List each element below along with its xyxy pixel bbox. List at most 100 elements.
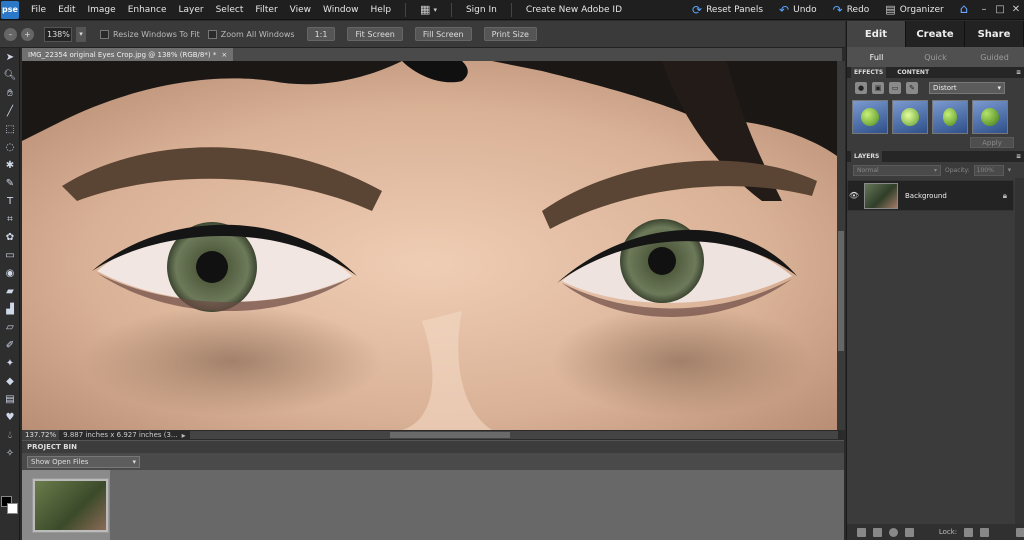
zoom-in-button[interactable]: + [21, 27, 34, 41]
effect-thumbnail[interactable] [892, 100, 928, 134]
color-swatches[interactable] [0, 490, 20, 520]
tab-effects[interactable]: EFFECTS [851, 67, 887, 78]
adjustment-layer-icon[interactable] [888, 527, 898, 537]
tab-create[interactable]: Create [906, 21, 965, 47]
layer-mask-icon[interactable] [904, 527, 914, 537]
tab-edit[interactable]: Edit [847, 21, 906, 47]
status-menu-icon[interactable]: ▸ [182, 431, 186, 440]
chevron-down-icon[interactable]: ▾ [1008, 166, 1012, 174]
cookie-cutter-tool-icon[interactable]: ✿ [0, 228, 20, 246]
menu-help[interactable]: Help [365, 5, 398, 15]
zoom-all-windows-checkbox[interactable] [207, 29, 217, 39]
eye-icon[interactable]: 👁︎ [848, 191, 860, 200]
effect-thumbnail[interactable] [852, 100, 888, 134]
layer-row[interactable]: 👁︎ Background 🔒︎ [847, 180, 1014, 211]
print-size-button[interactable]: Print Size [483, 27, 537, 41]
photo-effects-icon[interactable]: ▭ [889, 81, 901, 94]
zoom-out-button[interactable]: – [4, 27, 17, 41]
clone-stamp-tool-icon[interactable]: ▟ [0, 300, 20, 318]
brush-tool-icon[interactable]: ✐ [0, 336, 20, 354]
organizer-button[interactable]: ▤ Organizer [877, 3, 951, 16]
crop-tool-icon[interactable]: ⌗ [0, 210, 20, 228]
menu-view[interactable]: View [284, 5, 317, 15]
menu-enhance[interactable]: Enhance [122, 5, 173, 15]
vertical-scrollbar[interactable] [837, 61, 845, 430]
paint-bucket-tool-icon[interactable]: ◆ [0, 372, 20, 390]
layers-scrollbar[interactable] [1015, 178, 1024, 528]
magic-wand-tool-icon[interactable]: ✱ [0, 156, 20, 174]
straighten-tool-icon[interactable]: ▭ [0, 246, 20, 264]
minimize-icon[interactable]: – [976, 4, 992, 15]
gradient-tool-icon[interactable]: ▤ [0, 390, 20, 408]
layer-styles-icon[interactable]: ▣ [872, 81, 884, 94]
fill-screen-button[interactable]: Fill Screen [414, 27, 472, 41]
hand-tool-icon[interactable]: ✋︎ [0, 84, 20, 102]
move-tool-icon[interactable]: ➤ [0, 48, 20, 66]
open-file-thumbnail[interactable] [32, 478, 109, 533]
sign-in-link[interactable]: Sign In [460, 5, 503, 15]
undo-button[interactable]: ↶ Undo [771, 3, 825, 17]
vertical-scroll-thumb[interactable] [838, 231, 844, 351]
create-adobe-id-link[interactable]: Create New Adobe ID [520, 5, 628, 15]
lock-transparent-icon[interactable] [964, 527, 974, 537]
horizontal-scroll-thumb[interactable] [389, 432, 510, 438]
zoom-dropdown-button[interactable]: ▾ [76, 26, 86, 42]
document-tab[interactable]: IMG_22354 original Eyes Crop.jpg @ 138% … [22, 48, 234, 61]
project-bin-select[interactable]: Show Open Files ▾ [27, 455, 140, 468]
menu-layer[interactable]: Layer [173, 5, 210, 15]
menu-select[interactable]: Select [210, 5, 250, 15]
reset-panels-button[interactable]: ⟳ Reset Panels [684, 3, 771, 17]
blend-mode-select[interactable]: Normal ▾ [853, 164, 941, 176]
smart-brush-tool-icon[interactable]: ✦ [0, 354, 20, 372]
sponge-tool-icon[interactable]: ✧ [0, 444, 20, 462]
tab-full[interactable]: Full [847, 47, 906, 67]
tab-share[interactable]: Share [965, 21, 1024, 47]
new-layer-icon[interactable] [857, 527, 866, 537]
redo-button[interactable]: ↷ Redo [825, 3, 878, 17]
one-to-one-button[interactable]: 1:1 [306, 27, 336, 41]
eraser-tool-icon[interactable]: ▱ [0, 318, 20, 336]
background-color-swatch[interactable] [7, 503, 18, 514]
red-eye-tool-icon[interactable]: ◉ [0, 264, 20, 282]
arrange-layout-button[interactable]: ▦ ▾ [414, 3, 443, 16]
panel-menu-icon[interactable]: ≡ [1016, 153, 1021, 160]
type-tool-icon[interactable]: T [0, 192, 20, 210]
shape-tool-icon[interactable]: ♥ [0, 408, 20, 426]
home-button[interactable]: ⌂ [952, 2, 976, 17]
lock-all-icon[interactable] [980, 527, 990, 537]
healing-brush-tool-icon[interactable]: ▰ [0, 282, 20, 300]
resize-windows-checkbox[interactable] [100, 29, 109, 39]
eyedropper-tool-icon[interactable]: ╱ [0, 102, 20, 120]
zoom-tool-icon[interactable]: 🔍︎ [0, 66, 20, 84]
menu-image[interactable]: Image [82, 5, 122, 15]
tab-guided[interactable]: Guided [965, 47, 1024, 67]
blur-tool-icon[interactable]: 💧︎ [0, 426, 20, 444]
tab-quick[interactable]: Quick [906, 47, 965, 67]
delete-layer-icon[interactable] [1016, 527, 1024, 537]
image-canvas[interactable] [22, 61, 837, 430]
tab-content[interactable]: CONTENT [894, 67, 932, 78]
new-group-icon[interactable] [872, 527, 882, 537]
quick-selection-tool-icon[interactable]: ✎ [0, 174, 20, 192]
opacity-field[interactable]: 100% [973, 164, 1004, 176]
menu-filter[interactable]: Filter [249, 5, 283, 15]
apply-button[interactable]: Apply [970, 137, 1014, 148]
menu-edit[interactable]: Edit [52, 5, 81, 15]
menu-window[interactable]: Window [317, 5, 365, 15]
effect-thumbnail[interactable] [972, 100, 1008, 134]
close-icon[interactable]: ✕ [1008, 4, 1024, 15]
fit-screen-button[interactable]: Fit Screen [347, 27, 403, 41]
effects-category-select[interactable]: Distort ▾ [929, 81, 1005, 94]
close-tab-icon[interactable]: × [221, 51, 227, 59]
maximize-icon[interactable]: □ [992, 4, 1008, 15]
horizontal-scrollbar[interactable] [189, 431, 838, 439]
filters-icon[interactable]: ● [855, 81, 867, 94]
zoom-status[interactable]: 137.72% [22, 430, 60, 440]
menu-file[interactable]: File [25, 5, 52, 15]
lasso-tool-icon[interactable]: ◌ [0, 138, 20, 156]
zoom-field[interactable]: 138% [44, 26, 72, 42]
show-all-icon[interactable]: ✎ [906, 81, 918, 94]
effect-thumbnail[interactable] [932, 100, 968, 134]
marquee-tool-icon[interactable]: ⬚ [0, 120, 20, 138]
panel-menu-icon[interactable]: ≡ [1016, 69, 1021, 76]
